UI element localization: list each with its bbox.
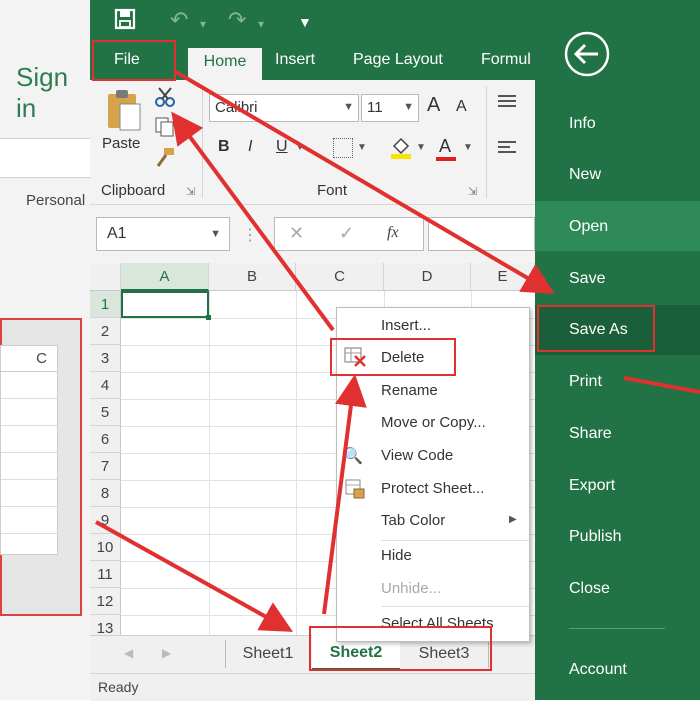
annotation-arrows xyxy=(95,70,700,632)
arrow-file-to-save-as xyxy=(174,70,555,295)
arrow-row9-to-sheet-tabs xyxy=(95,520,293,632)
arrow-sheet-to-delete xyxy=(322,374,367,615)
arrow-print-out xyxy=(623,376,700,394)
